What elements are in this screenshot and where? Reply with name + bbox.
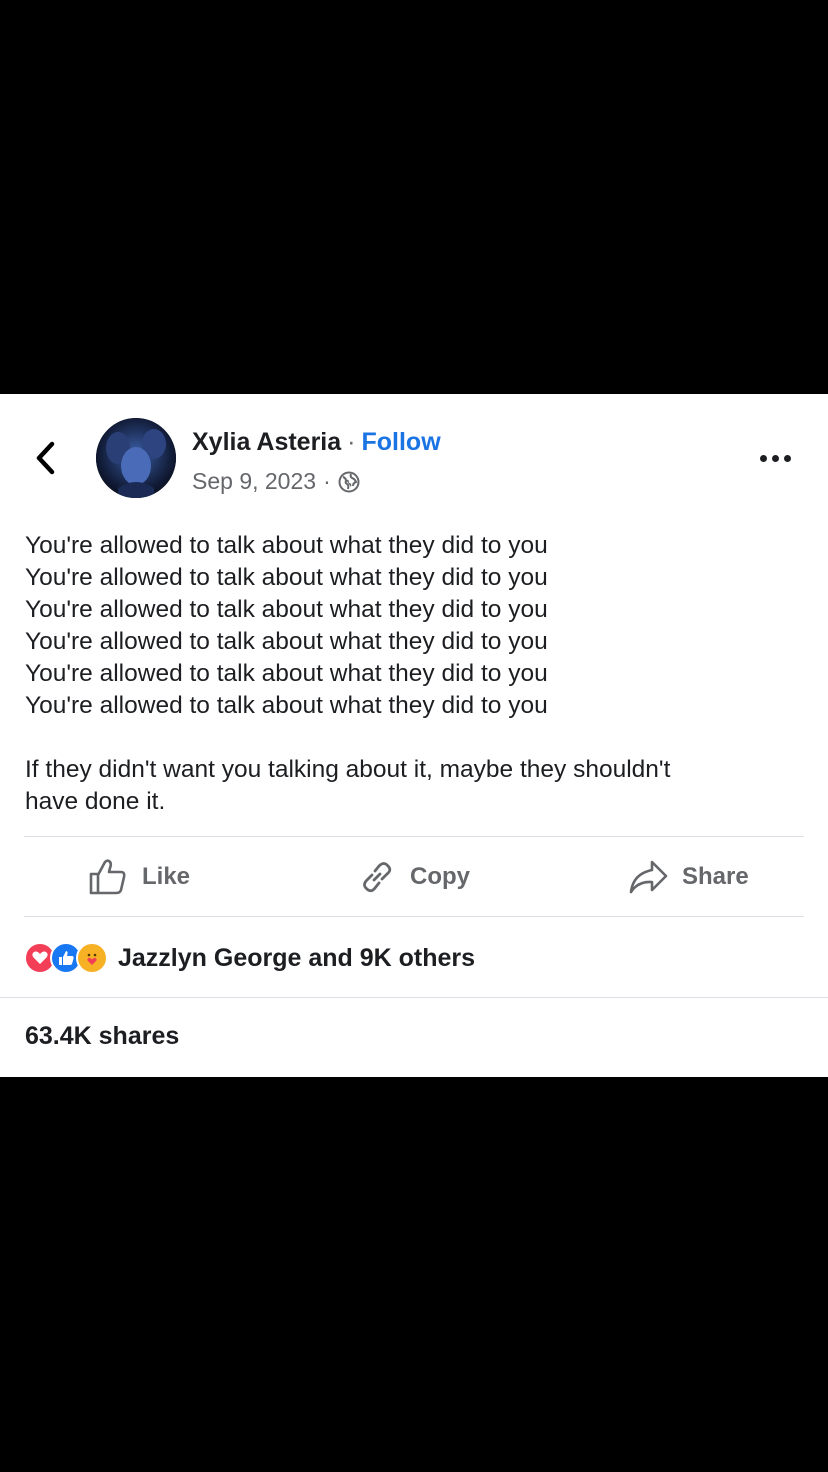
globe-icon — [338, 471, 360, 492]
back-button[interactable] — [30, 438, 64, 478]
share-arrow-icon — [629, 860, 668, 894]
author-name[interactable]: Xylia Asteria — [192, 428, 341, 456]
reactions-count: Jazzlyn George and 9K others — [118, 943, 476, 972]
author-line: Xylia Asteria · Follow — [192, 428, 441, 457]
follow-button[interactable]: Follow — [362, 428, 441, 456]
post-text: You're allowed to talk about what they d… — [25, 530, 805, 818]
shares-count[interactable]: 63.4K shares — [25, 1022, 179, 1051]
dot-icon — [760, 454, 767, 462]
post-card: Xylia Asteria · Follow Sep 9, 2023 · You'r… — [0, 394, 828, 1077]
copy-label: Copy — [410, 863, 470, 890]
share-button[interactable]: Share — [628, 857, 749, 897]
link-icon — [363, 862, 392, 893]
post-line: You're allowed to talk about what they d… — [25, 628, 548, 655]
chevron-left-icon — [36, 441, 55, 475]
divider — [0, 997, 828, 998]
post-line: You're allowed to talk about what they d… — [25, 564, 548, 591]
post-date[interactable]: Sep 9, 2023 — [192, 468, 316, 495]
post-line: You're allowed to talk about what they d… — [25, 692, 548, 719]
copy-button[interactable]: Copy — [358, 857, 470, 897]
dot-icon — [784, 454, 791, 462]
separator: · — [347, 428, 356, 456]
like-button[interactable]: Like — [88, 857, 190, 897]
care-reaction-icon — [76, 942, 108, 974]
post-meta: Sep 9, 2023 · — [192, 468, 360, 495]
avatar[interactable] — [96, 418, 176, 498]
divider — [24, 916, 804, 917]
reaction-summary[interactable]: Jazzlyn George and 9K others — [24, 940, 475, 976]
divider — [24, 836, 804, 837]
separator: · — [323, 468, 331, 494]
share-label: Share — [682, 863, 749, 890]
post-closing-line: have done it. — [25, 788, 166, 815]
more-options-button[interactable] — [760, 448, 800, 468]
post-line: You're allowed to talk about what they d… — [25, 532, 548, 559]
avatar-image — [96, 418, 176, 498]
post-line: You're allowed to talk about what they d… — [25, 660, 548, 687]
thumbs-up-icon — [89, 859, 126, 895]
post-line: You're allowed to talk about what they d… — [25, 596, 548, 623]
like-label: Like — [142, 863, 191, 890]
dot-icon — [772, 454, 779, 462]
post-closing-line: If they didn't want you talking about it… — [25, 756, 671, 783]
